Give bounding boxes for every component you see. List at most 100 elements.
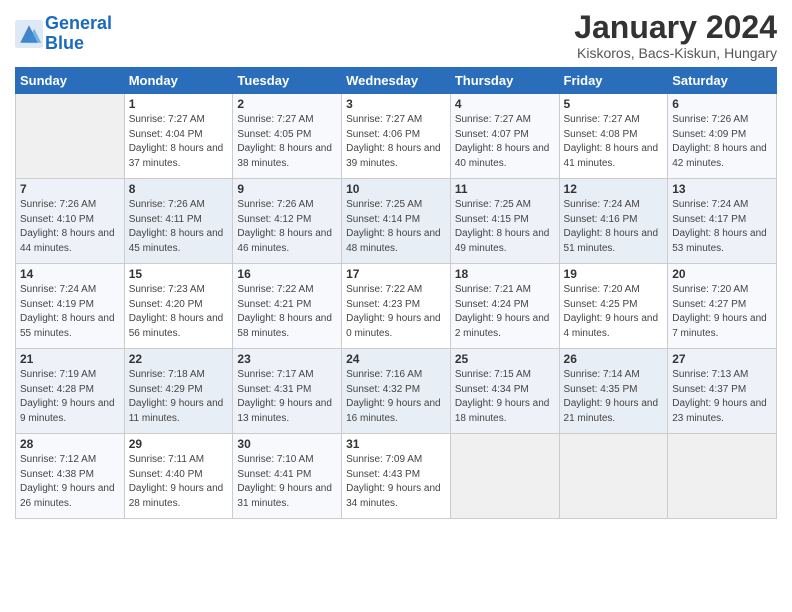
sunrise-text: Sunrise: 7:19 AM [20,369,96,380]
day-number: 11 [455,182,555,196]
sunrise-text: Sunrise: 7:22 AM [346,284,422,295]
table-row: 7 Sunrise: 7:26 AM Sunset: 4:10 PM Dayli… [16,179,125,264]
sunrise-text: Sunrise: 7:24 AM [672,199,748,210]
daylight-text: Daylight: 8 hours and 58 minutes. [237,313,332,339]
table-row: 23 Sunrise: 7:17 AM Sunset: 4:31 PM Dayl… [233,349,342,434]
sunrise-text: Sunrise: 7:26 AM [672,114,748,125]
daylight-text: Daylight: 8 hours and 41 minutes. [564,143,659,169]
table-row: 24 Sunrise: 7:16 AM Sunset: 4:32 PM Dayl… [342,349,451,434]
daylight-text: Daylight: 9 hours and 18 minutes. [455,398,550,424]
month-title: January 2024 [574,10,777,45]
table-row: 22 Sunrise: 7:18 AM Sunset: 4:29 PM Dayl… [124,349,233,434]
header-sunday: Sunday [16,68,125,94]
daylight-text: Daylight: 9 hours and 13 minutes. [237,398,332,424]
daylight-text: Daylight: 9 hours and 34 minutes. [346,483,441,509]
day-number: 27 [672,352,772,366]
sunset-text: Sunset: 4:08 PM [564,129,638,140]
day-number: 1 [129,97,229,111]
daylight-text: Daylight: 8 hours and 55 minutes. [20,313,115,339]
table-row: 12 Sunrise: 7:24 AM Sunset: 4:16 PM Dayl… [559,179,668,264]
sunset-text: Sunset: 4:16 PM [564,214,638,225]
daylight-text: Daylight: 8 hours and 39 minutes. [346,143,441,169]
table-row: 18 Sunrise: 7:21 AM Sunset: 4:24 PM Dayl… [450,264,559,349]
table-row: 30 Sunrise: 7:10 AM Sunset: 4:41 PM Dayl… [233,434,342,519]
day-number: 15 [129,267,229,281]
sunrise-text: Sunrise: 7:26 AM [129,199,205,210]
daylight-text: Daylight: 9 hours and 23 minutes. [672,398,767,424]
header-wednesday: Wednesday [342,68,451,94]
sunrise-text: Sunrise: 7:16 AM [346,369,422,380]
sunset-text: Sunset: 4:37 PM [672,384,746,395]
daylight-text: Daylight: 8 hours and 38 minutes. [237,143,332,169]
header-monday: Monday [124,68,233,94]
day-number: 16 [237,267,337,281]
table-row [450,434,559,519]
daylight-text: Daylight: 9 hours and 9 minutes. [20,398,115,424]
daylight-text: Daylight: 9 hours and 26 minutes. [20,483,115,509]
table-row [16,94,125,179]
cell-info: Sunrise: 7:19 AM Sunset: 4:28 PM Dayligh… [20,368,120,426]
day-number: 12 [564,182,664,196]
cell-info: Sunrise: 7:26 AM Sunset: 4:12 PM Dayligh… [237,198,337,256]
cell-info: Sunrise: 7:24 AM Sunset: 4:19 PM Dayligh… [20,283,120,341]
table-row: 4 Sunrise: 7:27 AM Sunset: 4:07 PM Dayli… [450,94,559,179]
sunset-text: Sunset: 4:12 PM [237,214,311,225]
week-row-2: 7 Sunrise: 7:26 AM Sunset: 4:10 PM Dayli… [16,179,777,264]
daylight-text: Daylight: 9 hours and 2 minutes. [455,313,550,339]
week-row-1: 1 Sunrise: 7:27 AM Sunset: 4:04 PM Dayli… [16,94,777,179]
day-number: 24 [346,352,446,366]
daylight-text: Daylight: 8 hours and 51 minutes. [564,228,659,254]
cell-info: Sunrise: 7:24 AM Sunset: 4:16 PM Dayligh… [564,198,664,256]
cell-info: Sunrise: 7:22 AM Sunset: 4:21 PM Dayligh… [237,283,337,341]
logo-text: GeneralBlue [45,14,112,54]
sunrise-text: Sunrise: 7:11 AM [129,454,204,465]
sunset-text: Sunset: 4:35 PM [564,384,638,395]
calendar-table: Sunday Monday Tuesday Wednesday Thursday… [15,67,777,519]
table-row [559,434,668,519]
daylight-text: Daylight: 9 hours and 16 minutes. [346,398,441,424]
cell-info: Sunrise: 7:25 AM Sunset: 4:14 PM Dayligh… [346,198,446,256]
cell-info: Sunrise: 7:27 AM Sunset: 4:08 PM Dayligh… [564,113,664,171]
cell-info: Sunrise: 7:17 AM Sunset: 4:31 PM Dayligh… [237,368,337,426]
sunrise-text: Sunrise: 7:24 AM [564,199,640,210]
day-number: 2 [237,97,337,111]
cell-info: Sunrise: 7:24 AM Sunset: 4:17 PM Dayligh… [672,198,772,256]
cell-info: Sunrise: 7:13 AM Sunset: 4:37 PM Dayligh… [672,368,772,426]
daylight-text: Daylight: 9 hours and 0 minutes. [346,313,441,339]
cell-info: Sunrise: 7:14 AM Sunset: 4:35 PM Dayligh… [564,368,664,426]
day-number: 9 [237,182,337,196]
sunset-text: Sunset: 4:34 PM [455,384,529,395]
daylight-text: Daylight: 9 hours and 28 minutes. [129,483,224,509]
day-number: 21 [20,352,120,366]
table-row: 21 Sunrise: 7:19 AM Sunset: 4:28 PM Dayl… [16,349,125,434]
sunset-text: Sunset: 4:40 PM [129,469,203,480]
logo-icon [15,20,43,48]
table-row: 31 Sunrise: 7:09 AM Sunset: 4:43 PM Dayl… [342,434,451,519]
day-number: 31 [346,437,446,451]
table-row: 19 Sunrise: 7:20 AM Sunset: 4:25 PM Dayl… [559,264,668,349]
sunrise-text: Sunrise: 7:27 AM [564,114,640,125]
sunset-text: Sunset: 4:11 PM [129,214,202,225]
table-row: 25 Sunrise: 7:15 AM Sunset: 4:34 PM Dayl… [450,349,559,434]
table-row: 3 Sunrise: 7:27 AM Sunset: 4:06 PM Dayli… [342,94,451,179]
sunrise-text: Sunrise: 7:18 AM [129,369,205,380]
sunrise-text: Sunrise: 7:26 AM [237,199,313,210]
daylight-text: Daylight: 9 hours and 7 minutes. [672,313,767,339]
day-number: 20 [672,267,772,281]
day-number: 18 [455,267,555,281]
sunrise-text: Sunrise: 7:13 AM [672,369,748,380]
day-number: 25 [455,352,555,366]
table-row [668,434,777,519]
cell-info: Sunrise: 7:18 AM Sunset: 4:29 PM Dayligh… [129,368,229,426]
location-subtitle: Kiskoros, Bacs-Kiskun, Hungary [574,45,777,61]
cell-info: Sunrise: 7:27 AM Sunset: 4:07 PM Dayligh… [455,113,555,171]
sunrise-text: Sunrise: 7:10 AM [237,454,313,465]
sunrise-text: Sunrise: 7:27 AM [455,114,531,125]
table-row: 10 Sunrise: 7:25 AM Sunset: 4:14 PM Dayl… [342,179,451,264]
daylight-text: Daylight: 8 hours and 37 minutes. [129,143,224,169]
cell-info: Sunrise: 7:26 AM Sunset: 4:09 PM Dayligh… [672,113,772,171]
table-row: 9 Sunrise: 7:26 AM Sunset: 4:12 PM Dayli… [233,179,342,264]
sunrise-text: Sunrise: 7:23 AM [129,284,205,295]
sunset-text: Sunset: 4:06 PM [346,129,420,140]
table-row: 1 Sunrise: 7:27 AM Sunset: 4:04 PM Dayli… [124,94,233,179]
